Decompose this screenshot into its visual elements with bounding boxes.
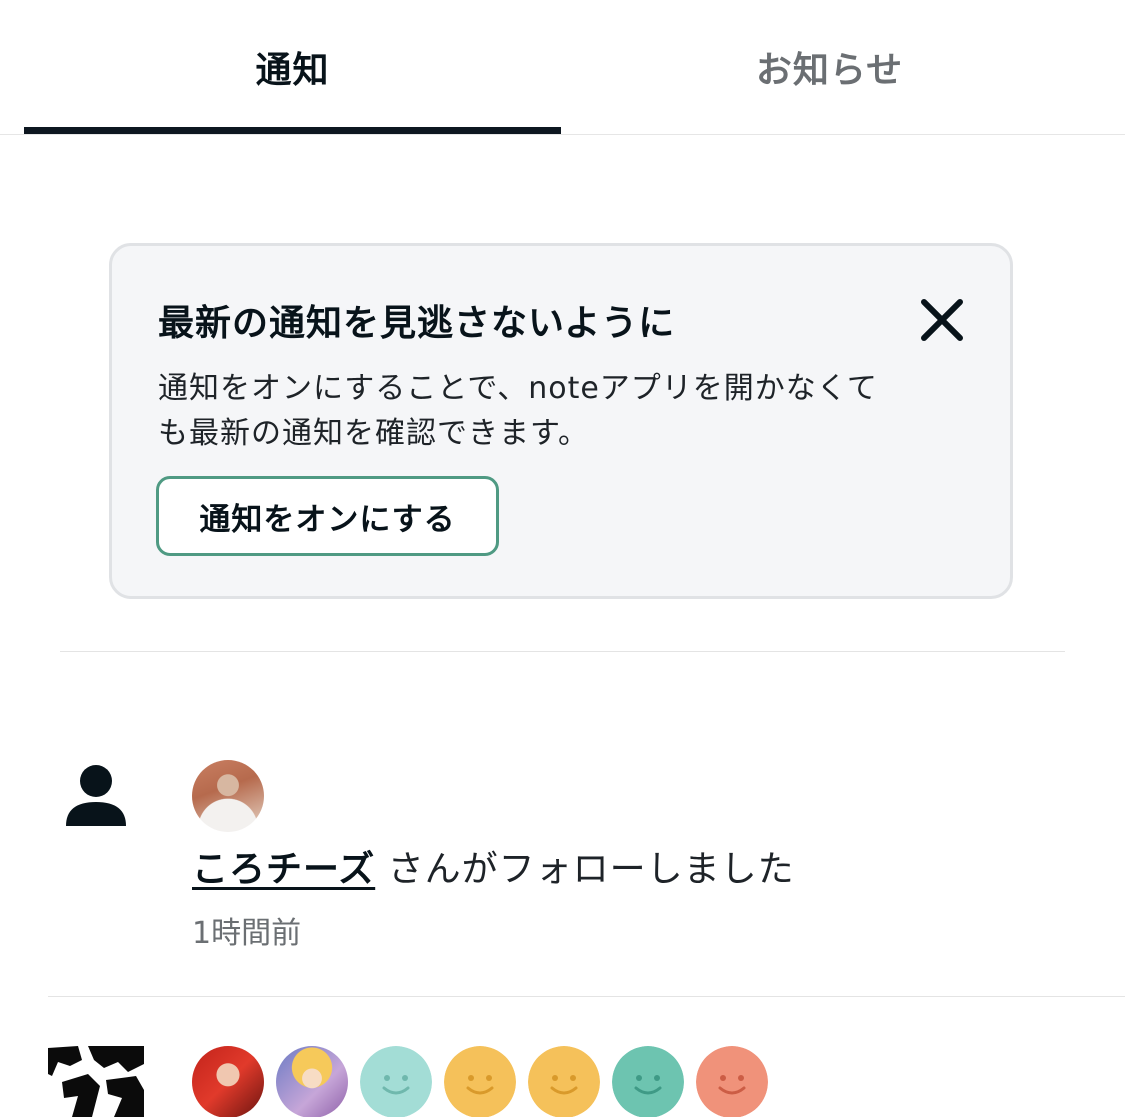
card-title: 最新の通知を見逃さないように	[158, 303, 676, 344]
notification-permission-card: 最新の通知を見逃さないように 通知をオンにすることで、noteアプリを開かなくて…	[109, 243, 1013, 599]
tab-news[interactable]: お知らせ	[561, 0, 1098, 134]
avatar[interactable]	[528, 1046, 600, 1117]
tab-notifications[interactable]: 通知	[24, 0, 561, 134]
article-thumbnail[interactable]	[48, 1046, 144, 1117]
tab-bar: 通知 お知らせ	[0, 0, 1125, 135]
user-link[interactable]: ころチーズ	[192, 849, 375, 890]
person-icon	[64, 764, 128, 828]
card-description: 通知をオンにすることで、noteアプリを開かなくても最新の通知を確認できます。	[158, 371, 878, 451]
follow-notification-text: ころチーズ さんがフォローしました	[192, 840, 795, 892]
follow-action-text: さんがフォローしました	[375, 849, 795, 890]
avatar[interactable]	[612, 1046, 684, 1117]
enable-notifications-button[interactable]: 通知をオンにする	[156, 476, 499, 556]
close-icon[interactable]	[916, 294, 968, 346]
divider	[60, 651, 1065, 652]
avatar[interactable]	[276, 1046, 348, 1117]
avatar[interactable]	[696, 1046, 768, 1117]
notifications-page: 通知 お知らせ 最新の通知を見逃さないように 通知をオンにすることで、noteア…	[0, 0, 1125, 1117]
active-tab-indicator	[24, 127, 561, 134]
avatar[interactable]	[444, 1046, 516, 1117]
avatar[interactable]	[192, 1046, 264, 1117]
divider	[48, 996, 1125, 997]
avatar[interactable]	[360, 1046, 432, 1117]
timestamp: 1時間前	[192, 916, 302, 951]
avatar[interactable]	[192, 760, 264, 832]
